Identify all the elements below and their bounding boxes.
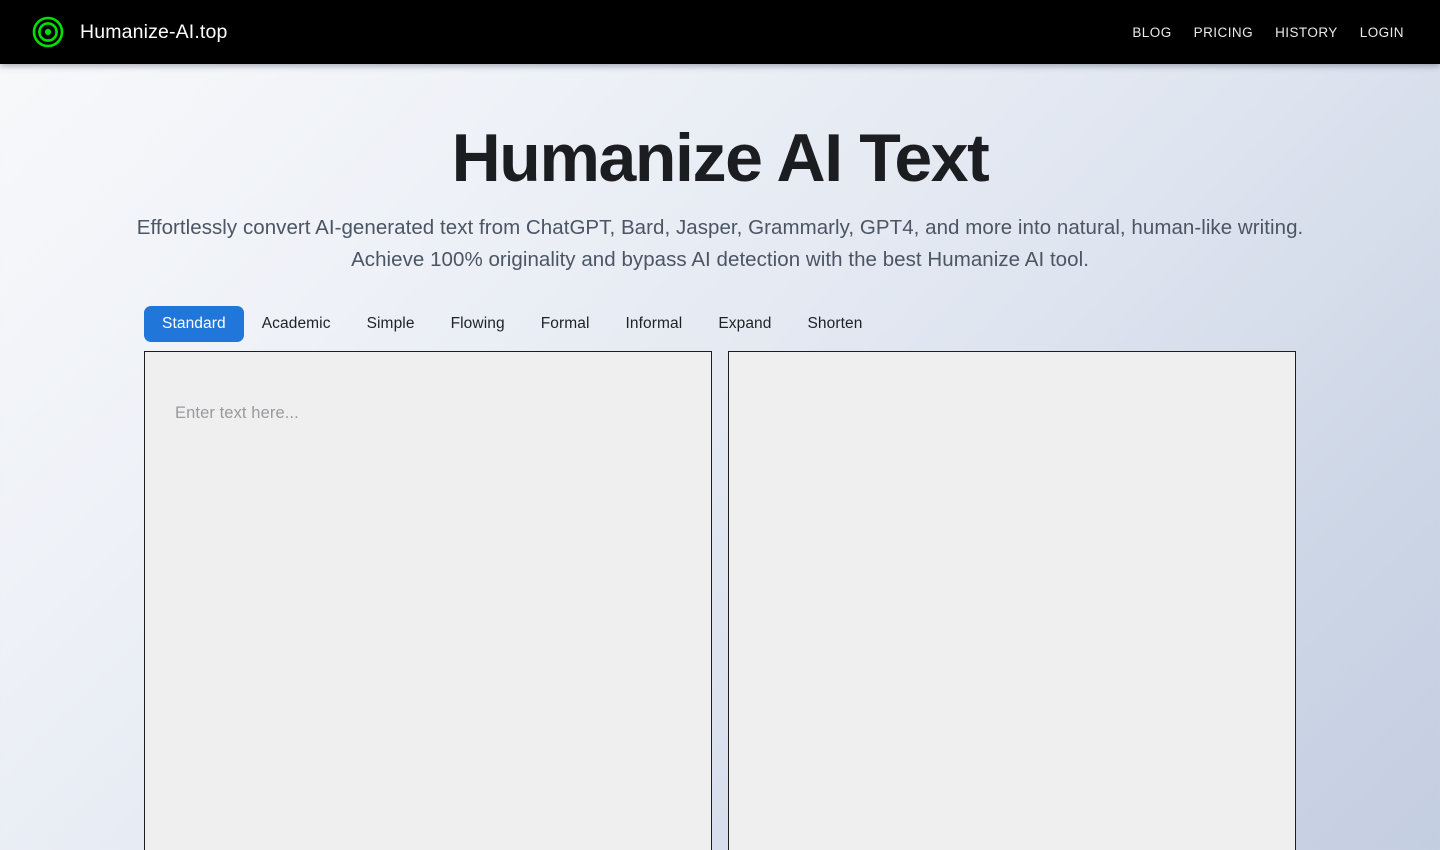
tab-flowing[interactable]: Flowing [433,306,523,342]
nav-link-blog[interactable]: BLOG [1121,25,1182,40]
nav-link-pricing[interactable]: PRICING [1183,25,1264,40]
target-bullseye-icon [32,16,64,48]
main-content: Humanize AI Text Effortlessly convert AI… [0,64,1440,850]
tab-standard[interactable]: Standard [144,306,244,342]
tab-academic[interactable]: Academic [244,306,349,342]
tab-shorten[interactable]: Shorten [789,306,880,342]
primary-nav: BLOG PRICING HISTORY LOGIN [1121,25,1404,40]
page-title: Humanize AI Text [451,120,990,196]
brand-name: Humanize-AI.top [80,20,228,43]
input-textarea[interactable] [145,352,711,850]
tab-simple[interactable]: Simple [349,306,433,342]
nav-link-history[interactable]: HISTORY [1264,25,1349,40]
nav-link-login[interactable]: LOGIN [1349,25,1404,40]
tab-informal[interactable]: Informal [608,306,701,342]
output-panel[interactable] [728,351,1296,850]
tab-expand[interactable]: Expand [700,306,789,342]
site-header: Humanize-AI.top BLOG PRICING HISTORY LOG… [0,0,1440,64]
input-panel[interactable]: Enter text here... [144,351,712,850]
tab-formal[interactable]: Formal [523,306,608,342]
style-tab-bar: Standard Academic Simple Flowing Formal … [0,306,1440,342]
editor-panels: Enter text here... [0,351,1440,850]
page-subtitle: Effortlessly convert AI-generated text f… [136,216,1304,271]
output-textarea[interactable] [729,352,1295,850]
brand-logo-link[interactable]: Humanize-AI.top [32,16,227,48]
